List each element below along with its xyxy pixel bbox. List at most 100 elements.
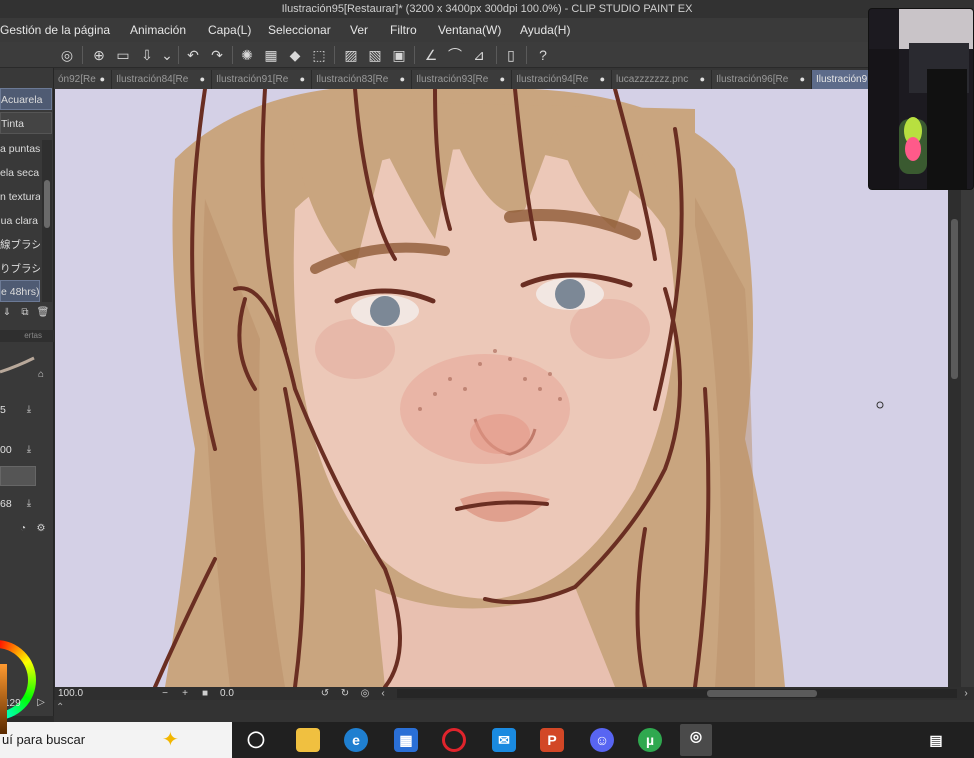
brush-item-48hrs[interactable]: e 48hrs) [0,280,40,302]
file-explorer-icon[interactable] [296,728,320,752]
taskbar-search-box[interactable]: uí para buscar ✦ [0,722,232,758]
menu-window[interactable]: Ventana(W) [438,18,501,42]
mail-icon[interactable]: ✉ [492,728,516,752]
rotate-left-icon[interactable]: ↺ [319,687,331,700]
deselect-icon[interactable]: ▨ [342,46,360,64]
special-ruler-icon[interactable]: ⊿ [470,46,488,64]
wrench-icon[interactable]: ⚙ [34,522,48,536]
action-center-icon[interactable]: ▤ [924,728,948,752]
clip-studio-taskbar-icon[interactable]: ◎ [680,724,712,756]
tab-ilustracion91[interactable]: Ilustración91[Re ● [212,70,312,89]
open-folder-icon[interactable]: ▭ [114,46,132,64]
clip-studio-icon[interactable]: ◎ [58,46,76,64]
category-tab-tinta[interactable]: Tinta [0,112,52,134]
windows-taskbar: uí para buscar ✦ ◯ e ▦ ✉ P ☺ µ ◎ ▤ [0,722,974,758]
menu-filter[interactable]: Filtro [390,18,417,42]
new-file-icon[interactable]: ⊕ [90,46,108,64]
blend-dropdown[interactable] [0,466,36,486]
chevron-down-icon[interactable]: ⌄ [158,46,176,64]
tab-ilustracion84[interactable]: Ilustración84[Re ● [112,70,212,89]
brush-item-clara[interactable]: ua clara [0,210,40,232]
drawing-canvas[interactable] [55,89,948,687]
reset-rotation-icon[interactable]: ◎ [359,687,371,700]
density-download-icon[interactable]: ⤓ [22,497,36,511]
fit-icon[interactable]: ■ [199,687,211,700]
opacity-download-icon[interactable]: ⤓ [22,443,36,457]
rotate-right-icon[interactable]: ↻ [339,687,351,700]
transform-icon[interactable]: ⬚ [310,46,328,64]
toolbar-separator [178,46,179,64]
brush-item-line-brush[interactable]: 線ブラシ [0,234,40,256]
brush-list-scrollbar[interactable] [42,140,52,302]
rotation-angle[interactable]: 0.0 [220,687,234,700]
ruler-icon[interactable]: ∠ [422,46,440,64]
copy-subtool-icon[interactable]: ⇓ [0,306,14,320]
brush-item-puntas[interactable]: a puntas [0,138,40,160]
help-icon[interactable]: ? [534,46,552,64]
brush-item-fill-brush[interactable]: りブラシ [0,258,40,280]
scroll-left-icon[interactable]: ‹ [377,687,389,700]
opera-icon[interactable] [442,728,466,752]
redo-icon[interactable]: ↷ [208,46,226,64]
menu-animation[interactable]: Animación [130,18,186,42]
ruler-snap-icon[interactable]: ⌒ [446,46,464,64]
lock-icon[interactable]: ⌂ [34,368,48,382]
menu-layer[interactable]: Capa(L) [208,18,251,42]
powerpoint-icon[interactable]: P [540,728,564,752]
tab-ilustracion92[interactable]: ón92[Re ● [54,70,112,89]
brush-item-textura[interactable]: n textura [0,186,40,208]
color-saturation-square[interactable] [0,664,7,734]
canvas-status-bar: 100.0 − + ■ 0.0 ↺ ↻ ◎ ‹ › [55,687,974,700]
smartphone-icon[interactable]: ▯ [502,46,520,64]
show-selection-icon[interactable]: ▣ [390,46,408,64]
panel-tab-partial[interactable]: ertas [0,330,54,342]
undo-icon[interactable]: ↶ [184,46,202,64]
toolbar-separator [232,46,233,64]
play-icon[interactable]: ▷ [34,696,48,710]
document-tab-bar: ón92[Re ● Ilustración84[Re ● Ilustración91… [54,68,974,89]
save-icon[interactable]: ⇩ [138,46,156,64]
zoom-in-icon[interactable]: + [179,687,191,700]
task-view-icon[interactable]: ◯ [244,728,268,752]
menu-view[interactable]: Ver [350,18,368,42]
search-placeholder: uí para buscar [2,732,86,747]
scroll-right-icon[interactable]: › [960,687,972,700]
clear-icon[interactable]: ✺ [238,46,256,64]
invert-selection-icon[interactable]: ▧ [366,46,384,64]
utorrent-icon[interactable]: µ [638,728,662,752]
brush-size-download-icon[interactable]: ⤓ [22,403,36,417]
zoom-level[interactable]: 100.0 [58,687,83,700]
zoom-out-icon[interactable]: − [159,687,171,700]
clear-outside-icon[interactable]: ▦ [262,46,280,64]
fill-icon[interactable]: ◆ [286,46,304,64]
clip-studio-window: Ilustración95[Restaurar]* (3200 x 3400px… [0,0,974,758]
menu-select[interactable]: Seleccionar [268,18,331,42]
command-bar: ◎ ⊕ ▭ ⇩ ⌄ ↶ ↷ ✺ ▦ ◆ ⬚ ▨ ▧ ▣ ∠ ⌒ ⊿ ▯ ? [0,42,974,68]
discord-icon[interactable]: ☺ [590,728,614,752]
tab-ilustracion83[interactable]: Ilustración83[Re ● [312,70,412,89]
duplicate-icon[interactable]: ⧉ [18,306,32,320]
category-tab-acuarela[interactable]: Acuarela [0,88,52,110]
edge-icon[interactable]: e [344,728,368,752]
tab-lucazzzzzzz[interactable]: lucazzzzzzz.pnc ● [612,70,712,89]
timeline-strip: ⌃ [54,700,974,722]
brush-item-seca[interactable]: ela seca [0,162,40,184]
menu-bar: Gestión de la página Animación Capa(L) S… [0,18,974,42]
toolbar-separator [496,46,497,64]
title-bar: Ilustración95[Restaurar]* (3200 x 3400px… [0,0,974,18]
sub-tool-panel: Acuarela Tinta a puntas ela seca n textu… [0,68,54,734]
menu-page-management[interactable]: Gestión de la página [0,18,110,42]
tool-property-icon[interactable]: ◔ [16,522,30,536]
canvas-horizontal-scrollbar[interactable] [397,689,957,698]
menu-help[interactable]: Ayuda(H) [520,18,570,42]
expand-icon[interactable]: ⌃ [56,702,64,713]
tab-ilustracion96[interactable]: Ilustración96[Re ● [712,70,812,89]
toolbar-separator [414,46,415,64]
tab-ilustracion93[interactable]: Ilustración93[Re ● [412,70,512,89]
microsoft-store-icon[interactable]: ▦ [394,728,418,752]
trash-icon[interactable]: 🗑 [36,306,50,320]
webcam-overlay [868,8,974,190]
toolbar-separator [82,46,83,64]
toolbar-separator [334,46,335,64]
tab-ilustracion94[interactable]: Ilustración94[Re ● [512,70,612,89]
